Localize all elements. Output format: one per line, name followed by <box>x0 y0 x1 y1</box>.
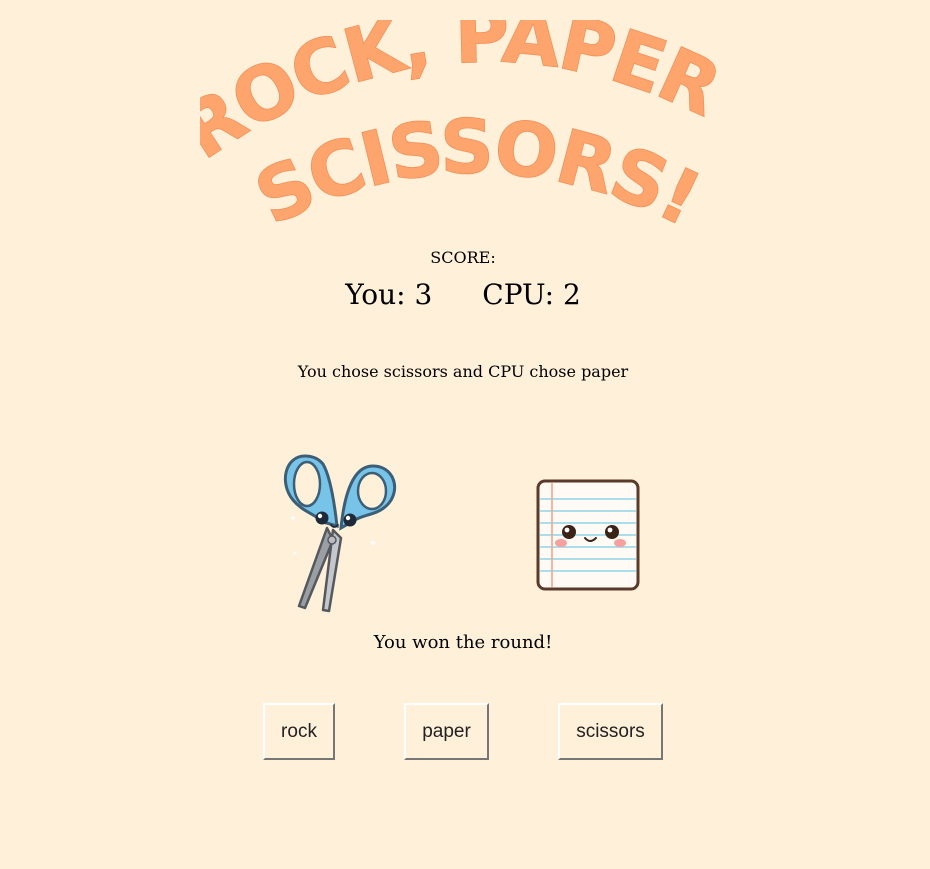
scissors-button[interactable]: scissors <box>558 703 663 760</box>
game-title-logo: ROCK, PAPER, SCISSORS! <box>200 20 720 243</box>
cpu-score: CPU: 2 <box>482 278 581 311</box>
rock-button[interactable]: rock <box>263 703 335 760</box>
game-page: ROCK, PAPER, SCISSORS! SCORE: You: 3 CPU… <box>0 0 930 869</box>
player-score: You: 3 <box>345 278 433 311</box>
scissors-icon <box>283 454 396 613</box>
round-message: You chose scissors and CPU chose paper <box>297 362 629 381</box>
title-line-2: SCISSORS! <box>243 104 711 242</box>
paper-button[interactable]: paper <box>404 703 489 760</box>
scoreboard: You: 3 CPU: 2 <box>0 278 926 311</box>
round-result: You won the round! <box>373 632 553 653</box>
score-label: SCORE: <box>430 248 496 267</box>
paper-icon <box>536 479 640 591</box>
